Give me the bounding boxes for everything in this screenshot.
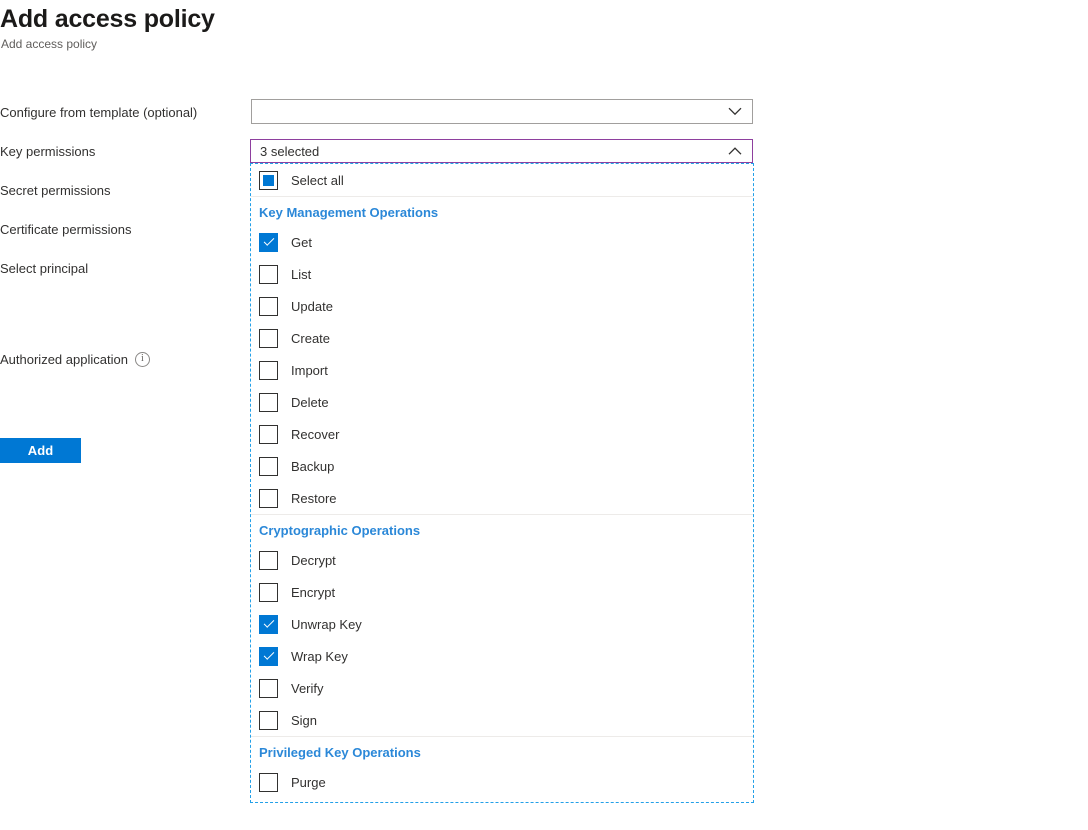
option-row[interactable]: Sign xyxy=(251,704,753,736)
configure-from-template-select[interactable] xyxy=(251,99,753,124)
option-label: Update xyxy=(291,298,333,315)
permission-group-heading: Key Management Operations xyxy=(251,197,753,226)
authorized-application-text: Authorized application xyxy=(0,352,128,367)
label-configure-from-template: Configure from template (optional) xyxy=(0,104,197,122)
option-select-all[interactable]: Select all xyxy=(251,164,753,196)
checkbox[interactable] xyxy=(259,457,278,476)
option-label: List xyxy=(291,266,311,283)
chevron-up-icon xyxy=(727,140,743,162)
option-row[interactable]: Decrypt xyxy=(251,544,753,576)
option-label: Purge xyxy=(291,774,326,791)
option-label: Import xyxy=(291,362,328,379)
label-authorized-application: Authorized application xyxy=(0,351,150,369)
option-label: Unwrap Key xyxy=(291,616,362,633)
label-certificate-permissions: Certificate permissions xyxy=(0,221,132,239)
checkbox[interactable] xyxy=(259,297,278,316)
option-row[interactable]: Encrypt xyxy=(251,576,753,608)
option-label: Create xyxy=(291,330,330,347)
option-row[interactable]: List xyxy=(251,258,753,290)
key-permissions-value: 3 selected xyxy=(260,143,319,160)
page-title: Add access policy xyxy=(0,4,215,34)
add-button[interactable]: Add xyxy=(0,438,81,463)
option-label: Recover xyxy=(291,426,339,443)
option-row[interactable]: Wrap Key xyxy=(251,640,753,672)
option-label: Select all xyxy=(291,172,344,189)
option-row[interactable]: Import xyxy=(251,354,753,386)
checkbox[interactable] xyxy=(259,361,278,380)
label-select-principal: Select principal xyxy=(0,260,88,278)
option-row[interactable]: Get xyxy=(251,226,753,258)
key-permissions-select[interactable]: 3 selected xyxy=(250,139,753,163)
checkbox[interactable] xyxy=(259,393,278,412)
checkbox[interactable] xyxy=(259,551,278,570)
chevron-down-icon xyxy=(727,100,743,123)
option-label: Delete xyxy=(291,394,329,411)
key-permissions-dropdown-panel: Select all Key Management Operations Get L… xyxy=(250,163,754,803)
checkbox[interactable] xyxy=(259,615,278,634)
option-row[interactable]: Create xyxy=(251,322,753,354)
checkbox[interactable] xyxy=(259,265,278,284)
checkbox[interactable] xyxy=(259,489,278,508)
option-row[interactable]: Delete xyxy=(251,386,753,418)
option-label: Restore xyxy=(291,490,337,507)
checkbox[interactable] xyxy=(259,233,278,252)
label-secret-permissions: Secret permissions xyxy=(0,182,111,200)
permission-groups: Key Management Operations Get List Update Cr… xyxy=(251,197,753,798)
option-row[interactable]: Unwrap Key xyxy=(251,608,753,640)
option-row[interactable]: Purge xyxy=(251,766,753,798)
option-label: Encrypt xyxy=(291,584,335,601)
label-key-permissions: Key permissions xyxy=(0,143,95,161)
checkbox[interactable] xyxy=(259,583,278,602)
option-label: Get xyxy=(291,234,312,251)
option-row[interactable]: Verify xyxy=(251,672,753,704)
option-row[interactable]: Restore xyxy=(251,482,753,514)
checkbox[interactable] xyxy=(259,773,278,792)
option-row[interactable]: Update xyxy=(251,290,753,322)
option-row[interactable]: Recover xyxy=(251,418,753,450)
option-label: Decrypt xyxy=(291,552,336,569)
page-subtitle: Add access policy xyxy=(1,36,97,52)
option-label: Sign xyxy=(291,712,317,729)
checkbox[interactable] xyxy=(259,425,278,444)
option-row[interactable]: Backup xyxy=(251,450,753,482)
checkbox[interactable] xyxy=(259,711,278,730)
option-label: Wrap Key xyxy=(291,648,348,665)
checkbox-select-all[interactable] xyxy=(259,171,278,190)
permission-group-heading: Cryptographic Operations xyxy=(251,515,753,544)
info-icon[interactable] xyxy=(135,352,150,367)
checkbox[interactable] xyxy=(259,647,278,666)
option-label: Backup xyxy=(291,458,334,475)
checkbox[interactable] xyxy=(259,679,278,698)
option-label: Verify xyxy=(291,680,324,697)
checkbox[interactable] xyxy=(259,329,278,348)
permission-group-heading: Privileged Key Operations xyxy=(251,737,753,766)
